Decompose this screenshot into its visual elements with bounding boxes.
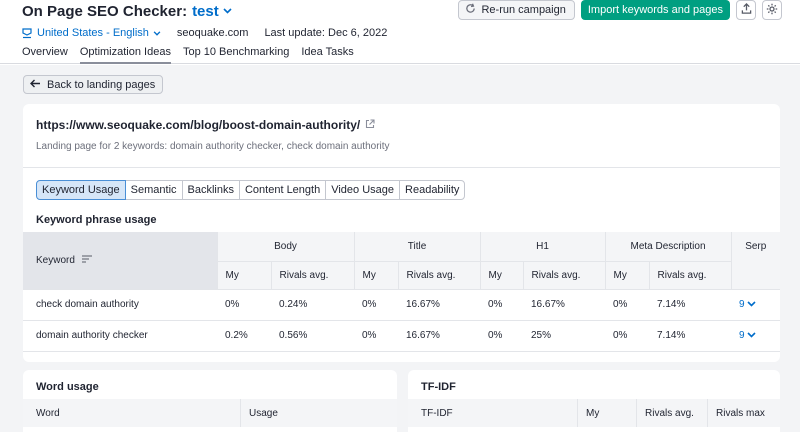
- body-my-cell: 0.2%: [217, 320, 271, 352]
- domain-label: seoquake.com: [176, 27, 249, 39]
- meta-rivals-cell: 7.14%: [649, 320, 731, 352]
- export-button[interactable]: [736, 0, 756, 20]
- serp-dropdown[interactable]: 9: [731, 289, 780, 321]
- tab-backlinks[interactable]: Backlinks: [181, 180, 240, 200]
- refresh-icon: [465, 3, 476, 17]
- location-pin-icon: [22, 27, 32, 39]
- body-rivals-cell: 0.56%: [271, 320, 354, 352]
- chevron-down-icon: [747, 330, 756, 341]
- tab-top-10-benchmarking[interactable]: Top 10 Benchmarking: [183, 46, 289, 64]
- subheader-my: My: [604, 261, 649, 290]
- back-button[interactable]: Back to landing pages: [23, 75, 164, 94]
- page-url: https://www.seoquake.com/blog/boost-doma…: [36, 118, 375, 132]
- h1-my-cell: 0%: [480, 289, 523, 321]
- keyword-cell: check domain authority: [23, 289, 217, 321]
- title-my-cell: 0%: [354, 320, 398, 352]
- content-area: Back to landing pages https://www.seoqua…: [0, 65, 800, 432]
- last-update: Last update: Dec 6, 2022: [264, 27, 388, 39]
- tfidf-title: TF-IDF: [421, 381, 456, 393]
- location-label: United States - English: [37, 27, 149, 39]
- h1-rivals-cell: 25%: [523, 320, 605, 352]
- subheader-rivals-avg: Rivals avg.: [270, 261, 354, 290]
- keyword-header-label: Keyword: [36, 254, 75, 266]
- tab-keyword-usage[interactable]: Keyword Usage: [36, 180, 126, 200]
- page-subtitle: Landing page for 2 keywords: domain auth…: [36, 141, 390, 152]
- keyword-usage-table: Keyword Body Title H1 Meta Description S…: [23, 232, 780, 352]
- title-row: On Page SEO Checker: test: [22, 2, 232, 20]
- section-title: Keyword phrase usage: [36, 214, 157, 226]
- serp-value: 9: [739, 330, 745, 341]
- chevron-down-icon: [153, 28, 161, 39]
- subheader-rivals-avg: Rivals avg.: [397, 261, 480, 290]
- divider: [23, 167, 780, 168]
- column-header-word: Word: [23, 399, 241, 427]
- sort-icon[interactable]: [81, 255, 92, 266]
- chevron-down-icon: [747, 299, 756, 310]
- tab-overview[interactable]: Overview: [22, 46, 68, 64]
- column-header-h1: H1: [479, 232, 605, 262]
- settings-button[interactable]: [762, 0, 782, 20]
- word-usage-card: Word usage Word Usage: [23, 370, 397, 432]
- meta-my-cell: 0%: [605, 289, 649, 321]
- idea-category-tabs: Keyword Usage Semantic Backlinks Content…: [36, 180, 466, 200]
- table-row: check domain authority 0% 0.24% 0% 16.67…: [23, 289, 780, 321]
- arrow-left-icon: [30, 79, 41, 91]
- back-label: Back to landing pages: [47, 78, 156, 91]
- column-header-keyword[interactable]: Keyword: [23, 232, 217, 290]
- tab-readability[interactable]: Readability: [399, 180, 466, 200]
- column-header-meta-description: Meta Description: [604, 232, 731, 262]
- title-my-cell: 0%: [354, 289, 398, 321]
- tab-optimization-ideas[interactable]: Optimization Ideas: [79, 46, 171, 64]
- column-header-usage: Usage: [249, 407, 278, 419]
- h1-my-cell: 0%: [480, 320, 523, 352]
- url-text: https://www.seoquake.com/blog/boost-doma…: [36, 118, 361, 132]
- app-title: On Page SEO Checker:: [22, 2, 188, 20]
- table-row: domain authority checker 0.2% 0.56% 0% 1…: [23, 320, 780, 352]
- column-header-serp: Serp: [730, 232, 780, 290]
- column-header-title: Title: [353, 232, 480, 262]
- column-header-my: My: [578, 399, 637, 427]
- word-usage-title: Word usage: [36, 381, 99, 393]
- subheader-my: My: [353, 261, 398, 290]
- gear-icon: [766, 3, 778, 18]
- subheader-my: My: [479, 261, 523, 290]
- serp-value: 9: [739, 299, 745, 310]
- title-rivals-cell: 16.67%: [398, 289, 480, 321]
- header-actions: Re-run campaign Import keywords and page…: [458, 0, 782, 20]
- rerun-campaign-button[interactable]: Re-run campaign: [458, 0, 575, 20]
- chevron-down-icon[interactable]: [223, 6, 232, 17]
- column-header-rivals-max: Rivals max: [716, 407, 765, 419]
- h1-rivals-cell: 16.67%: [523, 289, 605, 321]
- tab-video-usage[interactable]: Video Usage: [325, 180, 401, 200]
- body-my-cell: 0%: [217, 289, 271, 321]
- campaign-meta: United States - English seoquake.com Las…: [22, 26, 387, 40]
- meta-rivals-cell: 7.14%: [649, 289, 731, 321]
- tfidf-header: TF-IDF My Rivals avg. Rivals max: [408, 399, 780, 427]
- serp-dropdown[interactable]: 9: [731, 320, 780, 352]
- rerun-label: Re-run campaign: [481, 4, 566, 16]
- project-selector[interactable]: test: [192, 3, 219, 20]
- keyword-cell: domain authority checker: [23, 320, 217, 352]
- page-header: On Page SEO Checker: test Re-run campaig…: [0, 0, 800, 64]
- tab-content-length[interactable]: Content Length: [238, 180, 327, 200]
- column-header-rivals-avg: Rivals avg.: [637, 399, 708, 427]
- location-selector[interactable]: United States - English: [22, 27, 161, 39]
- body-rivals-cell: 0.24%: [271, 289, 354, 321]
- landing-page-card: https://www.seoquake.com/blog/boost-doma…: [23, 104, 780, 362]
- import-keywords-button[interactable]: Import keywords and pages: [580, 0, 730, 20]
- subheader-my: My: [216, 261, 271, 290]
- main-tabs: Overview Optimization Ideas Top 10 Bench…: [22, 46, 366, 64]
- tfidf-card: TF-IDF TF-IDF My Rivals avg. Rivals max: [408, 370, 780, 432]
- title-rivals-cell: 16.67%: [398, 320, 480, 352]
- column-header-body: Body: [216, 232, 354, 262]
- column-header-tfidf: TF-IDF: [408, 399, 578, 427]
- meta-my-cell: 0%: [605, 320, 649, 352]
- subheader-rivals-avg: Rivals avg.: [648, 261, 731, 290]
- word-usage-header: Word Usage: [23, 399, 397, 427]
- tab-idea-tasks[interactable]: Idea Tasks: [301, 46, 353, 64]
- external-link-icon[interactable]: [365, 118, 375, 132]
- upload-icon: [741, 3, 752, 17]
- subheader-rivals-avg: Rivals avg.: [522, 261, 605, 290]
- tab-semantic[interactable]: Semantic: [124, 180, 183, 200]
